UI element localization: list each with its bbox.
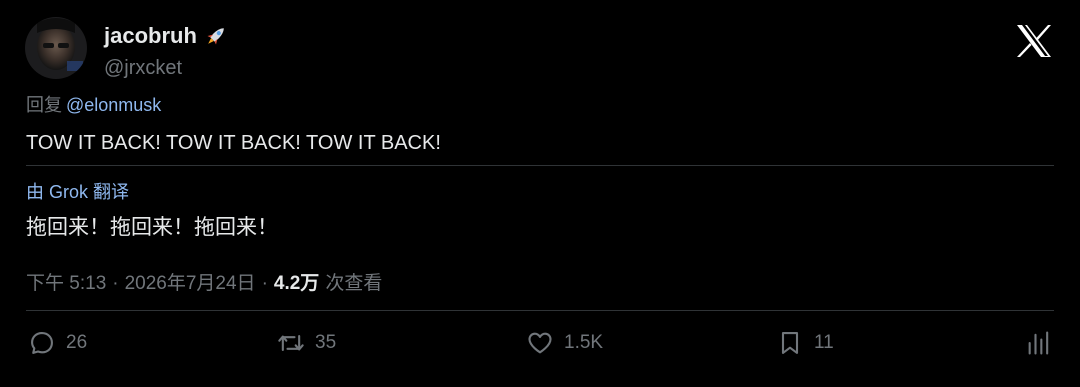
divider: [26, 310, 1054, 311]
reply-context: 回复 @elonmusk: [26, 93, 161, 117]
analytics-icon: [1028, 331, 1049, 355]
author-display-name[interactable]: jacobruh: [104, 21, 229, 51]
meta-separator: ·: [261, 273, 268, 294]
bookmark-icon: [781, 332, 799, 354]
reply-count: 26: [66, 332, 88, 353]
like-button[interactable]: 1.5K: [526, 328, 603, 358]
repost-count: 35: [315, 332, 337, 353]
translated-text: 拖回来！拖回来！拖回来！: [26, 216, 278, 239]
heart-icon: [528, 332, 552, 354]
repost-icon: [278, 334, 304, 352]
author-handle[interactable]: @jrxcket: [104, 55, 182, 81]
views-count[interactable]: 4.2万: [274, 273, 319, 294]
reply-mention-link[interactable]: @elonmusk: [66, 95, 161, 115]
analytics-button[interactable]: [1025, 329, 1053, 357]
meta-separator: ·: [112, 273, 119, 294]
bookmark-button[interactable]: 11: [776, 328, 834, 358]
views-label: 次查看: [325, 273, 383, 294]
tweet-date[interactable]: 2026年7月24日: [125, 273, 256, 294]
author-display-name-text: jacobruh: [104, 23, 197, 48]
avatar[interactable]: [25, 17, 87, 79]
translated-by-grok-link[interactable]: 由 Grok 翻译: [26, 180, 129, 204]
tweet-time[interactable]: 下午 5:13: [26, 273, 106, 294]
x-logo-icon: [1015, 24, 1053, 58]
tweet-meta: 下午 5:13 · 2026年7月24日 · 4.2万 次查看: [26, 271, 382, 297]
rocket-icon: [203, 23, 229, 49]
like-count: 1.5K: [564, 332, 604, 353]
reply-prefix: 回复: [26, 95, 62, 115]
bookmark-count: 11: [814, 332, 834, 353]
repost-button[interactable]: 35: [277, 328, 336, 358]
reply-button[interactable]: 26: [28, 328, 87, 358]
divider: [26, 165, 1054, 166]
reply-icon: [31, 332, 53, 354]
tweet-text: TOW IT BACK! TOW IT BACK! TOW IT BACK!: [26, 132, 441, 154]
